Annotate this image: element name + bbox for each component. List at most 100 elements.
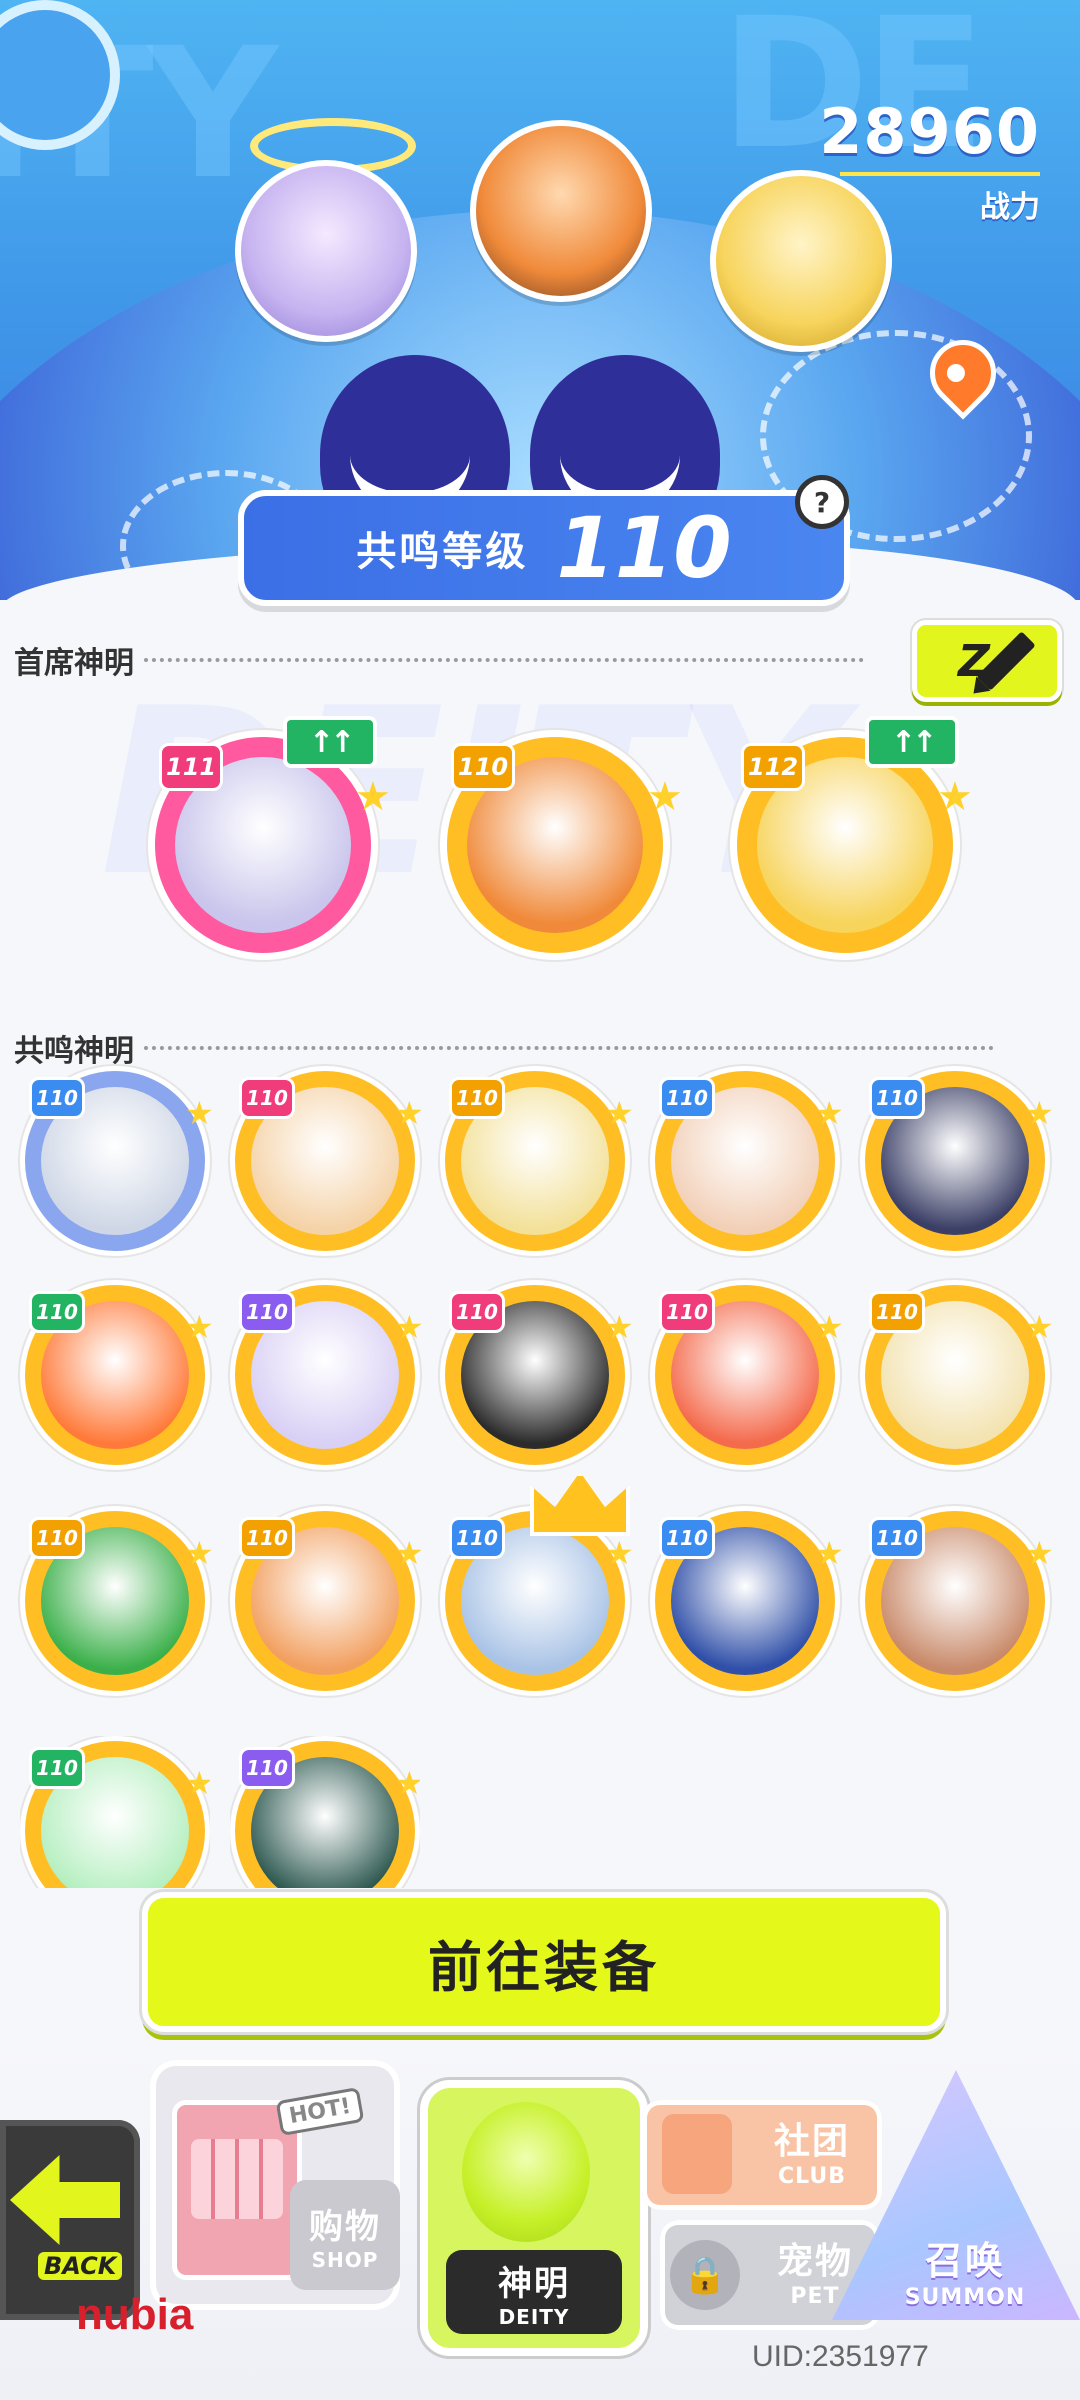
star-icon: ★ [605, 1094, 634, 1132]
star-icon: ★ [185, 1534, 214, 1572]
star-icon: ★ [815, 1094, 844, 1132]
deity-level-badge: 110 [239, 1077, 295, 1119]
summon-label-en: SUMMON [904, 2285, 1026, 2310]
resonance-deity-avatar[interactable]: 110 ★ [20, 1280, 214, 1470]
lock-icon: 🔒 [670, 2240, 740, 2310]
star-icon: ★ [355, 774, 391, 820]
deity-level-badge: 110 [29, 1077, 85, 1119]
deity-level-badge: 110 [239, 1291, 295, 1333]
star-icon: ★ [647, 774, 683, 820]
star-icon: ★ [185, 1094, 214, 1132]
resonance-deity-avatar[interactable]: 110 ★ [860, 1066, 1054, 1256]
deity-level-badge: 110 [29, 1747, 85, 1789]
shop-label: 购物 SHOP [290, 2180, 400, 2290]
deity-label: 神明 DEITY [446, 2250, 622, 2334]
upgrade-arrow-icon: ↑↑ [865, 716, 959, 768]
deity-level-badge: 110 [29, 1291, 85, 1333]
club-label-cn: 社团 [773, 2121, 850, 2162]
deity-label-en: DEITY [498, 2304, 570, 2329]
pet-label-en: PET [790, 2284, 840, 2309]
resonance-deity-avatar[interactable]: 110 ★ [860, 1280, 1054, 1470]
deity-level-badge: 110 [659, 1291, 715, 1333]
deity-level-badge: 110 [449, 1077, 505, 1119]
resonance-deity-avatar[interactable]: 110 ★ [440, 1280, 634, 1470]
star-icon: ★ [185, 1308, 214, 1346]
section-divider [144, 1046, 994, 1050]
shop-label-cn: 购物 [309, 2206, 381, 2247]
star-icon: ★ [395, 1764, 424, 1802]
resonance-deity-avatar[interactable]: 110 ★ [230, 1506, 424, 1696]
help-icon[interactable]: ? [795, 475, 849, 529]
resonance-deity-avatar[interactable]: 110 ★ [20, 1066, 214, 1256]
deity-label-cn: 神明 [498, 2263, 570, 2304]
star-icon: ★ [395, 1094, 424, 1132]
star-icon: ★ [395, 1308, 424, 1346]
user-id: UID:2351977 [752, 2340, 929, 2373]
deity-level-badge: 112 [741, 743, 806, 791]
deity-level-badge: 110 [659, 1517, 715, 1559]
resonance-deity-avatar[interactable]: 110 ★ [860, 1506, 1054, 1696]
chief-character-1[interactable] [235, 160, 417, 342]
nav-deity[interactable]: 神明 DEITY [420, 2080, 648, 2356]
star-icon: ★ [937, 774, 973, 820]
deity-level-badge: 110 [29, 1517, 85, 1559]
deity-level-badge: 110 [869, 1077, 925, 1119]
shop-label-en: SHOP [311, 2247, 379, 2272]
resonance-deity-avatar[interactable]: 110 ★ [650, 1066, 844, 1256]
club-label: 社团 CLUB [752, 2112, 872, 2189]
chief-character-2[interactable] [470, 120, 652, 302]
resonance-level-value: 110 [556, 499, 732, 597]
star-icon: ★ [1025, 1534, 1054, 1572]
power-value: 28960 [819, 95, 1040, 168]
deity-level-badge: 110 [239, 1517, 295, 1559]
resonance-deity-avatar[interactable]: 110 ★ [20, 1506, 214, 1696]
nav-club[interactable]: 社团 CLUB [642, 2100, 882, 2210]
back-arrow-icon [10, 2155, 120, 2245]
resonance-deity-avatar[interactable]: 110 ★ [650, 1506, 844, 1696]
resonance-level-banner: 共鸣等级 110 [238, 490, 850, 606]
resonance-deity-avatar[interactable]: 110 ★ [230, 1280, 424, 1470]
deity-level-badge: 110 [449, 1291, 505, 1333]
star-icon: ★ [1025, 1094, 1054, 1132]
deity-level-badge: 110 [239, 1747, 295, 1789]
hot-tag: HOT! [275, 2086, 365, 2137]
star-icon: ★ [395, 1534, 424, 1572]
power-display: 28960 战力 [819, 95, 1040, 226]
star-icon: ★ [815, 1534, 844, 1572]
power-underline [840, 172, 1040, 176]
star-icon: ★ [605, 1534, 634, 1572]
deity-level-badge: 110 [451, 743, 516, 791]
star-icon: ★ [815, 1308, 844, 1346]
club-label-en: CLUB [777, 2164, 846, 2189]
chief-section-title: 首席神明 [14, 646, 134, 681]
device-brand-watermark: nubia [76, 2290, 194, 2339]
deity-mascot-icon [462, 2102, 590, 2242]
crown-icon [530, 1472, 630, 1536]
resonance-deity-avatar[interactable]: 110 ★ [650, 1280, 844, 1470]
resonance-deity-avatar[interactable]: 110 ★ [440, 1066, 634, 1256]
upgrade-arrow-icon: ↑↑ [283, 716, 377, 768]
nav-shop[interactable]: HOT! 购物 SHOP [150, 2060, 400, 2310]
pet-label-cn: 宠物 [776, 2241, 853, 2282]
star-icon: ★ [1025, 1308, 1054, 1346]
chief-deity-avatar[interactable]: 110 ★ [440, 730, 683, 960]
deity-level-badge: 110 [449, 1517, 505, 1559]
club-bag-icon [662, 2114, 732, 2194]
star-icon: ★ [605, 1308, 634, 1346]
resonance-section-header: 共鸣神明 [14, 1026, 994, 1070]
star-icon: ★ [185, 1764, 214, 1802]
power-label: 战力 [980, 190, 1040, 225]
deity-level-badge: 110 [659, 1077, 715, 1119]
summon-label-cn: 召唤 [924, 2239, 1005, 2283]
go-equip-button[interactable]: 前往装备 [142, 1892, 946, 2032]
chief-section-header: 首席神明 [14, 638, 864, 682]
deity-level-badge: 110 [869, 1291, 925, 1333]
edit-chief-button[interactable]: Z [912, 620, 1062, 702]
section-divider [144, 658, 864, 662]
resonance-deity-avatar[interactable]: 110 ★ [230, 1066, 424, 1256]
deity-level-badge: 111 [159, 743, 224, 791]
resonance-level-label: 共鸣等级 [356, 529, 529, 575]
back-label: BACK [38, 2252, 123, 2280]
resonance-section-title: 共鸣神明 [14, 1034, 134, 1069]
summon-label[interactable]: 召唤 SUMMON [880, 2230, 1050, 2310]
